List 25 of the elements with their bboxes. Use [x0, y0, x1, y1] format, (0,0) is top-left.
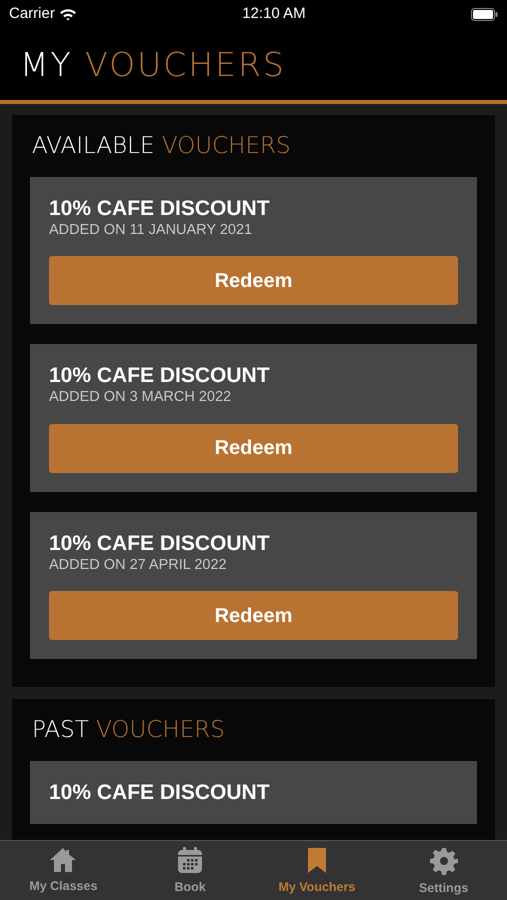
wifi-icon	[58, 8, 77, 20]
section-heading: PAST VOUCHERS	[32, 717, 226, 745]
house-icon	[49, 847, 78, 873]
redeem-button[interactable]: Redeem	[49, 256, 458, 306]
carrier-label: Carrier	[9, 4, 55, 24]
voucher-title: 10% CAFE DISCOUNT	[49, 196, 271, 221]
tab-button[interactable]: My Classes	[0, 841, 127, 900]
battery-icon	[470, 8, 498, 20]
voucher-title: 10% CAFE DISCOUNT	[49, 780, 271, 806]
redeem-button[interactable]: Redeem	[49, 424, 458, 473]
redeem-button[interactable]: Redeem	[49, 591, 458, 640]
tab-button[interactable]: My Vouchers	[254, 841, 380, 900]
section-heading: AVAILABLE VOUCHERS	[32, 133, 292, 161]
voucher-date: ADDED ON 27 APRIL 2022	[49, 556, 228, 574]
voucher-title: 10% CAFE DISCOUNT	[49, 363, 271, 388]
page-title: MY VOUCHERS	[20, 48, 286, 80]
voucher-date: ADDED ON 11 JANUARY 2021	[49, 222, 254, 240]
calendar-icon	[177, 847, 204, 874]
voucher-date: ADDED ON 3 MARCH 2022	[49, 389, 232, 407]
settings-icon	[430, 847, 458, 875]
time-label: 12:10 AM	[242, 4, 306, 24]
bookmark-icon	[306, 847, 327, 874]
voucher-title: 10% CAFE DISCOUNT	[49, 530, 271, 556]
tab-button[interactable]: Settings	[380, 841, 507, 900]
tab-button[interactable]: Book	[126, 841, 254, 900]
